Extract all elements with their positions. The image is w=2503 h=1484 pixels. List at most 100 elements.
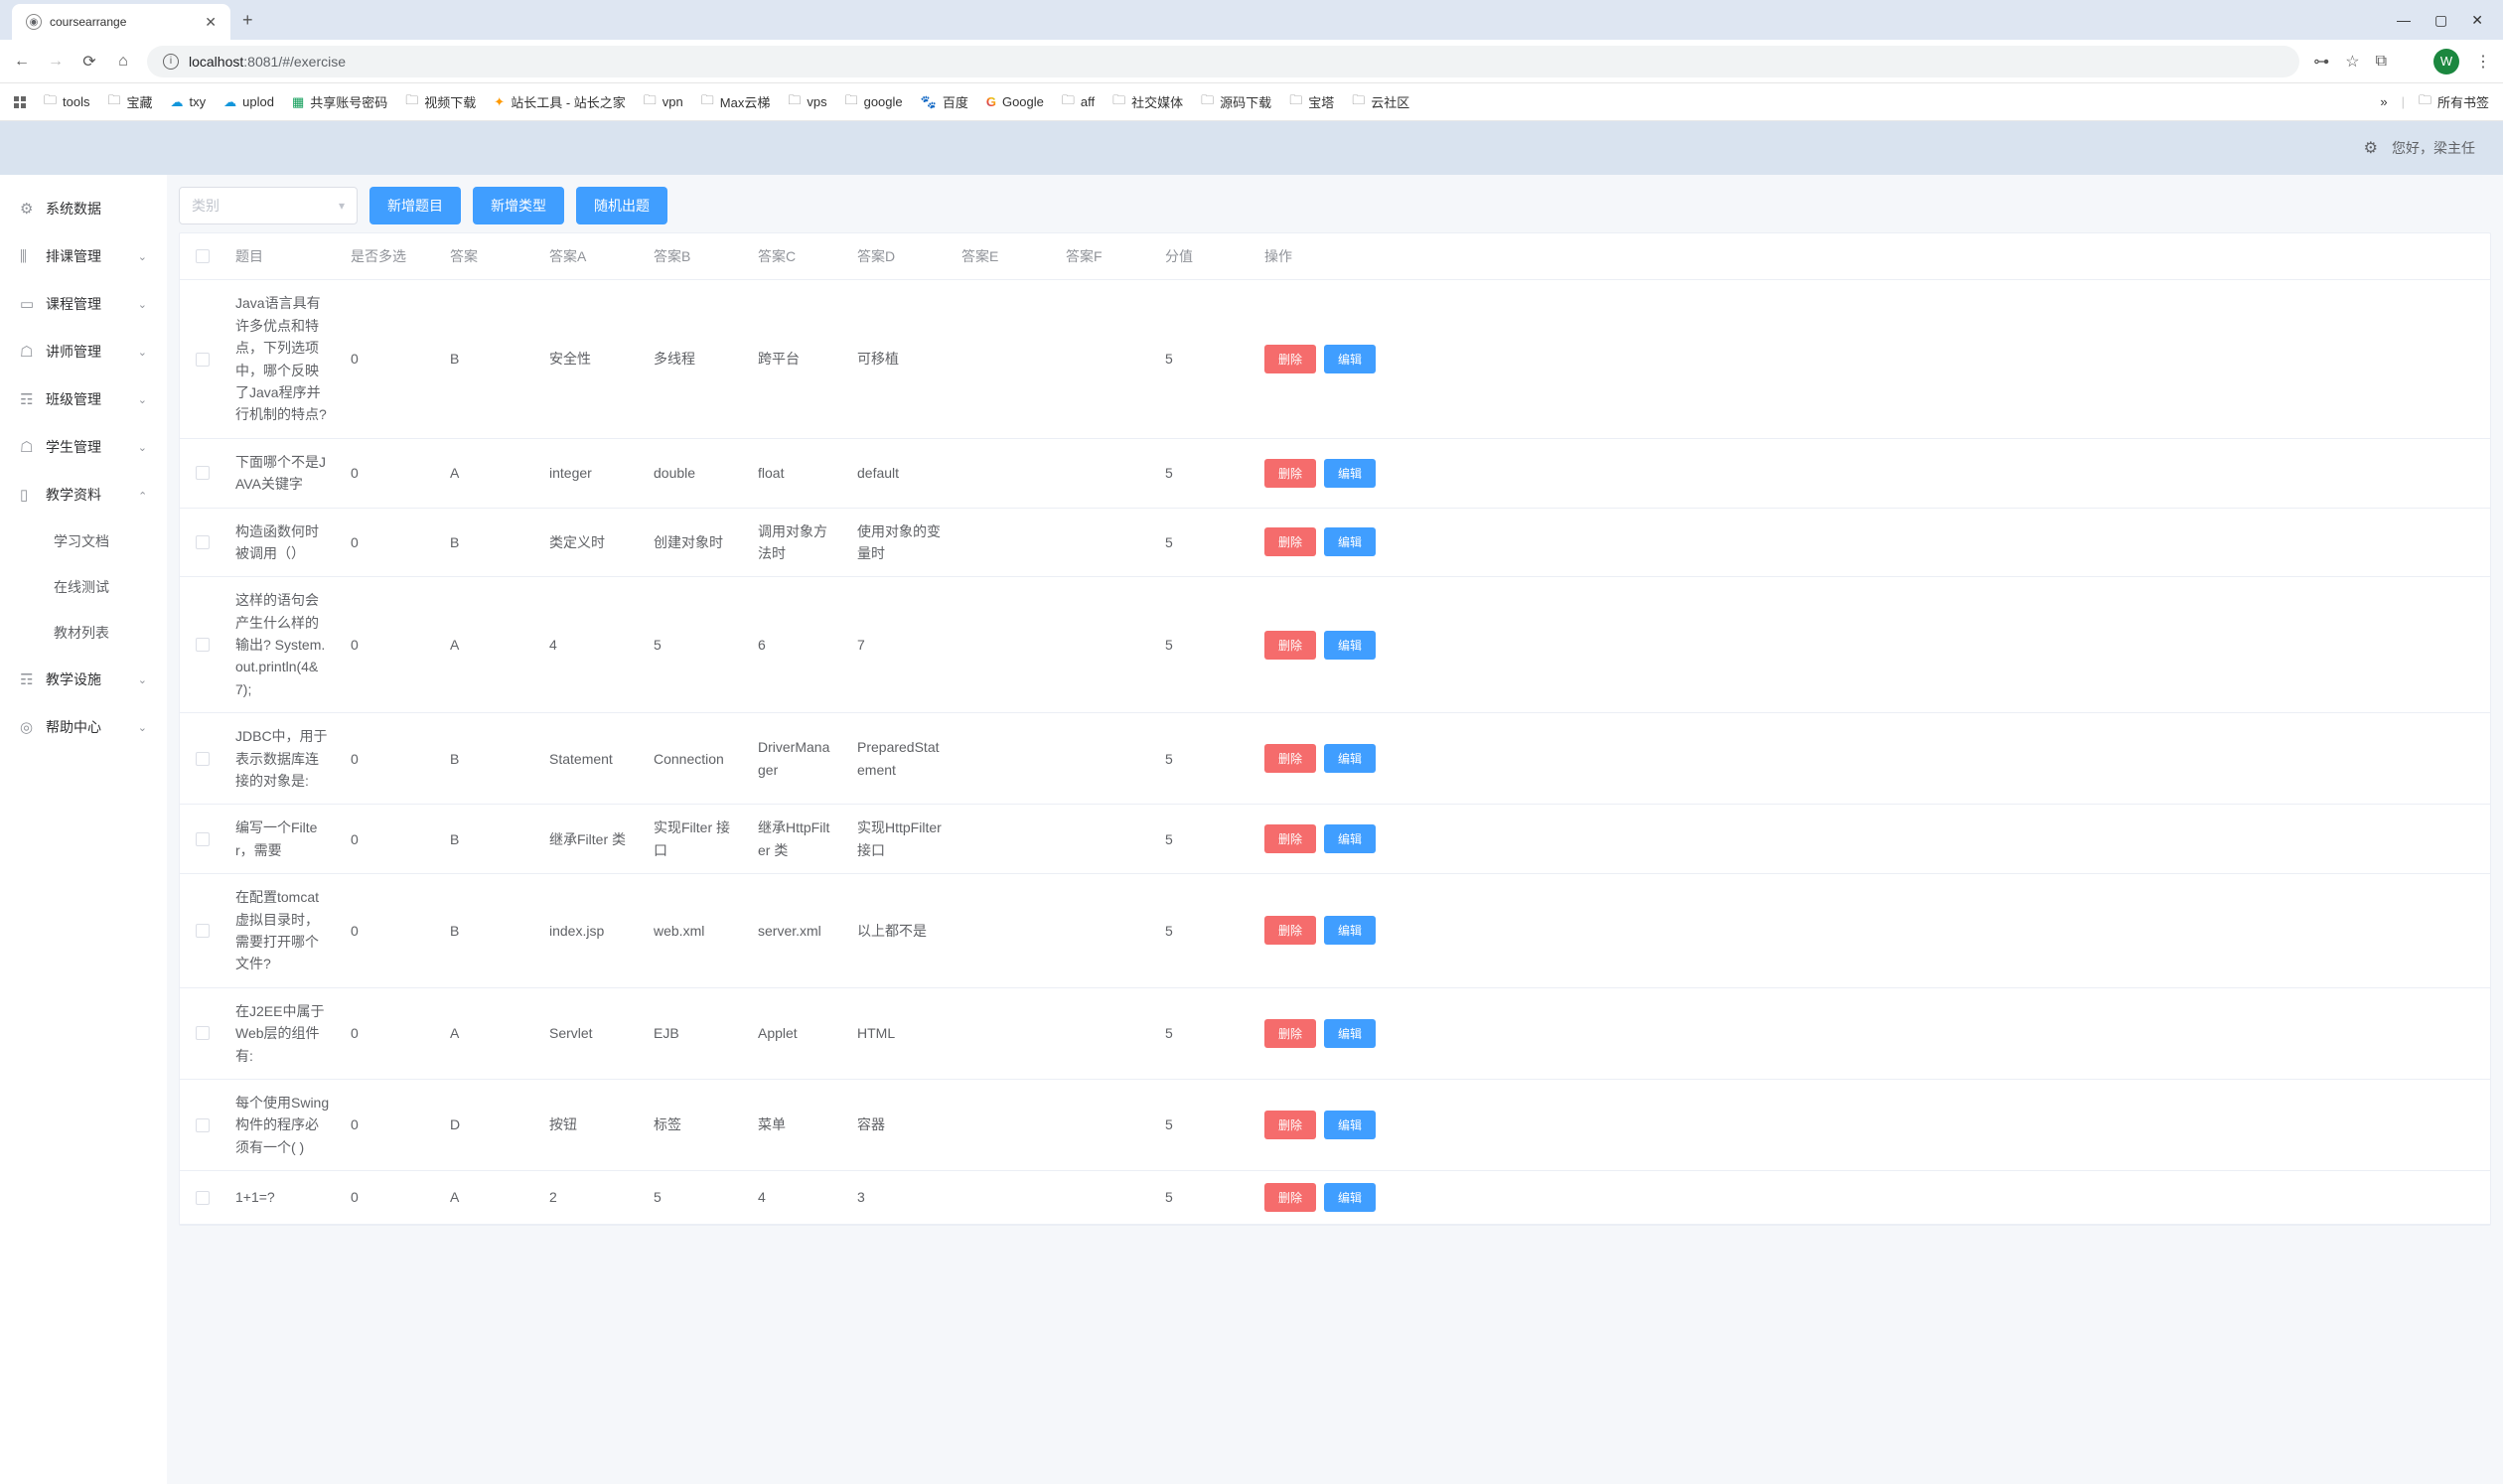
chevron-down-icon: ⌄: [138, 346, 147, 359]
sidebar-item[interactable]: ☶班级管理⌄: [0, 375, 167, 423]
menu-icon[interactable]: ⋮: [2475, 52, 2491, 72]
row-checkbox[interactable]: [196, 353, 210, 367]
row-checkbox[interactable]: [196, 1118, 210, 1132]
sidebar-item[interactable]: ☖学生管理⌄: [0, 423, 167, 471]
edit-button[interactable]: 编辑: [1324, 1019, 1376, 1048]
row-checkbox[interactable]: [196, 832, 210, 846]
bookmark-item[interactable]: 🗀源码下载: [1201, 91, 1271, 113]
bookmark-item[interactable]: 🗀vpn: [644, 91, 683, 113]
extensions-icon[interactable]: ⧉: [2376, 53, 2387, 71]
bookmarks-overflow-icon[interactable]: »: [2380, 94, 2387, 109]
bookmark-item[interactable]: 🗀宝藏: [107, 91, 152, 113]
maximize-icon[interactable]: ▢: [2434, 12, 2447, 29]
th-c: 答案C: [748, 233, 847, 279]
star-icon[interactable]: ☆: [2345, 52, 2359, 72]
edit-button[interactable]: 编辑: [1324, 527, 1376, 556]
bookmark-item[interactable]: 🗀vps: [788, 91, 826, 113]
edit-button[interactable]: 编辑: [1324, 459, 1376, 488]
close-window-icon[interactable]: ✕: [2471, 12, 2483, 29]
add-type-button[interactable]: 新增类型: [473, 187, 564, 224]
forward-icon[interactable]: →: [46, 53, 66, 71]
sidebar-item[interactable]: ⚙系统数据: [0, 185, 167, 232]
delete-button[interactable]: 删除: [1264, 631, 1316, 660]
sidebar-item[interactable]: ◎帮助中心⌄: [0, 703, 167, 751]
delete-button[interactable]: 删除: [1264, 744, 1316, 773]
bookmark-item[interactable]: ☁uplod: [223, 94, 274, 110]
edit-button[interactable]: 编辑: [1324, 744, 1376, 773]
row-checkbox[interactable]: [196, 638, 210, 652]
edit-button[interactable]: 编辑: [1324, 916, 1376, 945]
questions-table: 题目 是否多选 答案 答案A 答案B 答案C 答案D 答案E 答案F 分值 操作…: [179, 232, 2491, 1226]
profile-avatar[interactable]: W: [2433, 49, 2459, 74]
delete-button[interactable]: 删除: [1264, 1019, 1316, 1048]
row-checkbox[interactable]: [196, 1026, 210, 1040]
row-checkbox[interactable]: [196, 466, 210, 480]
password-icon[interactable]: ⊶: [2313, 52, 2329, 72]
edit-button[interactable]: 编辑: [1324, 345, 1376, 373]
minimize-icon[interactable]: —: [2397, 12, 2411, 29]
bookmark-item[interactable]: 🗀云社区: [1352, 91, 1409, 113]
table-row: 在配置tomcat虚拟目录时，需要打开哪个文件?0Bindex.jspweb.x…: [180, 874, 2490, 988]
home-icon[interactable]: ⌂: [113, 53, 133, 71]
chevron-down-icon: ⌄: [138, 250, 147, 263]
edit-button[interactable]: 编辑: [1324, 1183, 1376, 1212]
bookmark-item[interactable]: ✦站长工具 - 站长之家: [494, 92, 625, 111]
row-checkbox[interactable]: [196, 752, 210, 766]
info-icon[interactable]: i: [163, 54, 179, 70]
delete-button[interactable]: 删除: [1264, 916, 1316, 945]
apps-button[interactable]: [14, 96, 26, 108]
edit-button[interactable]: 编辑: [1324, 824, 1376, 853]
settings-icon[interactable]: ⚙: [2364, 138, 2378, 158]
bookmark-item[interactable]: ☁txy: [171, 94, 207, 110]
delete-button[interactable]: 删除: [1264, 1111, 1316, 1139]
sidebar-subitem[interactable]: 教材列表: [0, 610, 167, 656]
bookmark-item[interactable]: GGoogle: [986, 94, 1044, 109]
row-checkbox[interactable]: [196, 535, 210, 549]
sidebar-item[interactable]: ☶教学设施⌄: [0, 656, 167, 703]
reload-icon[interactable]: ⟳: [79, 52, 99, 72]
menu-icon: ▯: [20, 486, 36, 504]
sidebar-subitem[interactable]: 学习文档: [0, 519, 167, 564]
delete-button[interactable]: 删除: [1264, 459, 1316, 488]
sidebar-subitem[interactable]: 在线测试: [0, 564, 167, 610]
delete-button[interactable]: 删除: [1264, 824, 1316, 853]
bookmark-item[interactable]: ▦共享账号密码: [292, 92, 387, 111]
category-select[interactable]: 类别 ▾: [179, 187, 358, 224]
delete-button[interactable]: 删除: [1264, 345, 1316, 373]
edit-button[interactable]: 编辑: [1324, 1111, 1376, 1139]
bookmark-item[interactable]: 🗀视频下载: [405, 91, 476, 113]
all-bookmarks[interactable]: 🗀所有书签: [2419, 91, 2489, 113]
bookmark-item[interactable]: 🗀社交媒体: [1112, 91, 1183, 113]
cell-answer: B: [440, 908, 539, 954]
bookmark-item[interactable]: 🗀Max云梯: [701, 91, 771, 113]
bookmark-item[interactable]: 🗀aff: [1062, 91, 1095, 113]
close-icon[interactable]: ✕: [205, 14, 217, 31]
address-bar[interactable]: i localhost:8081/#/exercise: [147, 46, 2299, 77]
delete-button[interactable]: 删除: [1264, 1183, 1316, 1212]
sidebar-item[interactable]: ▯教学资料⌄: [0, 471, 167, 519]
cell-score: 5: [1155, 1102, 1254, 1147]
cell-a: 2: [539, 1174, 644, 1220]
bookmark-item[interactable]: 🗀google: [845, 91, 903, 113]
edit-button[interactable]: 编辑: [1324, 631, 1376, 660]
cell-score: 5: [1155, 622, 1254, 668]
row-checkbox[interactable]: [196, 924, 210, 938]
cell-multi: 0: [341, 450, 440, 496]
bookmark-item[interactable]: 🐾百度: [921, 92, 968, 111]
bookmark-item[interactable]: 🗀tools: [44, 91, 89, 113]
sidebar-item[interactable]: ☖讲师管理⌄: [0, 328, 167, 375]
back-icon[interactable]: ←: [12, 53, 32, 71]
browser-tab[interactable]: ◉ coursearrange ✕: [12, 4, 230, 40]
sidebar-item[interactable]: ▭课程管理⌄: [0, 280, 167, 328]
cell-title: 这样的语句会产生什么样的输出? System.out.println(4&7);: [225, 577, 341, 712]
bookmark-item[interactable]: 🗀宝塔: [1289, 91, 1334, 113]
sidebar-item[interactable]: ⫼排课管理⌄: [0, 232, 167, 280]
add-question-button[interactable]: 新增题目: [369, 187, 461, 224]
select-all-checkbox[interactable]: [196, 249, 210, 263]
cell-b: 标签: [644, 1102, 748, 1147]
row-checkbox[interactable]: [196, 1191, 210, 1205]
random-button[interactable]: 随机出题: [576, 187, 667, 224]
new-tab-button[interactable]: +: [242, 10, 253, 31]
cell-d: 以上都不是: [847, 908, 952, 954]
delete-button[interactable]: 删除: [1264, 527, 1316, 556]
